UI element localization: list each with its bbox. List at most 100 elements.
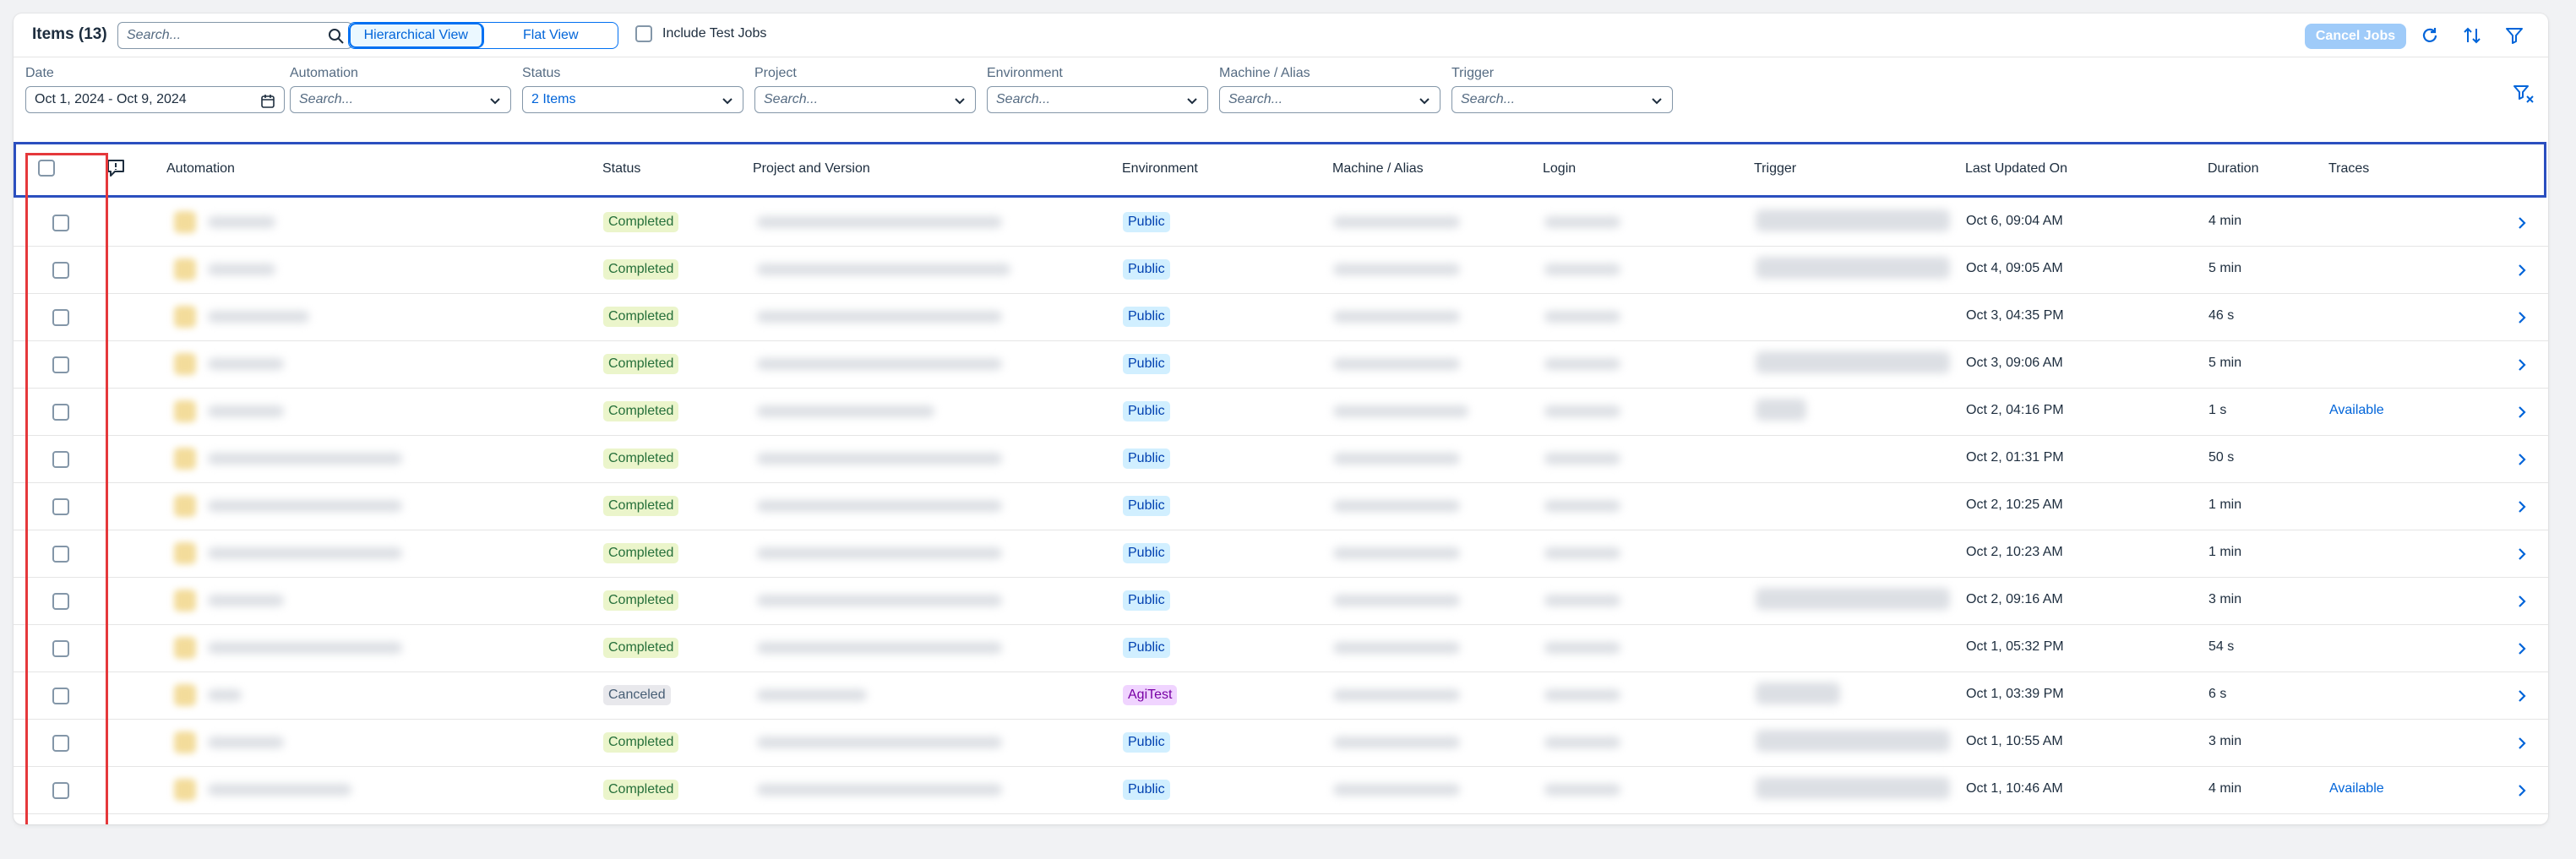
chevron-right-icon[interactable]	[2514, 783, 2530, 798]
refresh-icon[interactable]	[2418, 24, 2442, 47]
chevron-right-icon[interactable]	[2514, 499, 2530, 514]
environment-badge: Public	[1123, 259, 1170, 280]
chevron-right-icon[interactable]	[2514, 263, 2530, 278]
sort-icon[interactable]	[2460, 24, 2484, 47]
filter-icon[interactable]	[2502, 24, 2526, 47]
table-row[interactable]: Completed Public Oct 6, 09:04 AM 4 min	[14, 199, 2548, 247]
column-header-automation[interactable]: Automation	[166, 161, 235, 177]
clear-filters-icon[interactable]	[2511, 81, 2536, 106]
duration-cell: 1 s	[2208, 403, 2227, 417]
table-row[interactable]: Completed Public Oct 1, 10:55 AM 3 min	[14, 720, 2548, 767]
traces-link[interactable]: Available	[2329, 403, 2384, 418]
column-header-login[interactable]: Login	[1543, 161, 1576, 177]
table-row[interactable]: Completed Public Oct 2, 01:31 PM 50 s	[14, 436, 2548, 483]
table-row[interactable]: Completed Public Oct 3, 04:35 PM 46 s	[14, 294, 2548, 341]
status-filter-value: 2 Items	[531, 92, 576, 106]
chevron-down-icon[interactable]	[488, 94, 502, 107]
column-header-environment[interactable]: Environment	[1122, 161, 1198, 177]
column-header-machine[interactable]: Machine / Alias	[1332, 161, 1424, 177]
row-checkbox[interactable]	[52, 498, 69, 515]
chevron-right-icon[interactable]	[2514, 310, 2530, 325]
trigger-redacted	[1756, 730, 1950, 752]
chevron-right-icon[interactable]	[2514, 688, 2530, 704]
chevron-right-icon[interactable]	[2514, 641, 2530, 656]
row-checkbox[interactable]	[52, 356, 69, 373]
table-row[interactable]: Completed Public Oct 3, 09:06 AM 5 min	[14, 341, 2548, 389]
search-input[interactable]	[118, 23, 321, 48]
status-badge: Completed	[603, 449, 679, 469]
chevron-right-icon[interactable]	[2514, 357, 2530, 372]
environment-filter[interactable]: Search...	[987, 86, 1208, 113]
column-header-traces[interactable]: Traces	[2328, 161, 2369, 177]
include-test-jobs-checkbox[interactable]	[635, 25, 652, 42]
include-test-jobs[interactable]: Include Test Jobs	[635, 25, 766, 42]
chevron-down-icon[interactable]	[721, 94, 734, 107]
search-icon[interactable]	[328, 28, 345, 45]
automation-type-icon	[174, 779, 196, 801]
traces-link[interactable]: Available	[2329, 781, 2384, 796]
project-version-redacted	[757, 405, 934, 417]
table-row[interactable]: Completed Public Oct 2, 10:25 AM 1 min	[14, 483, 2548, 530]
automation-type-icon	[174, 353, 196, 375]
status-filter[interactable]: 2 Items	[522, 86, 743, 113]
table-row[interactable]: Canceled AgiTest Oct 1, 03:39 PM 6 s	[14, 672, 2548, 720]
chevron-right-icon[interactable]	[2514, 594, 2530, 609]
row-checkbox[interactable]	[52, 262, 69, 279]
status-badge: Completed	[603, 543, 679, 563]
flat-view-button[interactable]: Flat View	[484, 23, 618, 48]
select-all-checkbox[interactable]	[38, 160, 55, 177]
project-filter[interactable]: Search...	[754, 86, 976, 113]
login-redacted	[1544, 642, 1620, 654]
chevron-down-icon[interactable]	[1650, 94, 1664, 107]
table-row[interactable]: Completed Public Oct 2, 10:23 AM 1 min	[14, 530, 2548, 578]
date-range-field[interactable]: Oct 1, 2024 - Oct 9, 2024	[25, 86, 285, 113]
row-checkbox[interactable]	[52, 451, 69, 468]
chevron-right-icon[interactable]	[2514, 546, 2530, 562]
date-range-value: Oct 1, 2024 - Oct 9, 2024	[35, 92, 187, 106]
calendar-icon[interactable]	[260, 94, 275, 109]
column-header-project-version[interactable]: Project and Version	[753, 161, 870, 177]
environment-badge: Public	[1123, 401, 1170, 421]
column-header-duration[interactable]: Duration	[2208, 161, 2258, 177]
login-redacted	[1544, 358, 1620, 370]
hierarchical-view-button[interactable]: Hierarchical View	[349, 23, 484, 48]
filter-label-automation: Automation	[290, 66, 358, 80]
trigger-filter[interactable]: Search...	[1451, 86, 1673, 113]
automation-name-redacted	[208, 547, 402, 559]
column-header-trigger[interactable]: Trigger	[1754, 161, 1796, 177]
row-checkbox[interactable]	[52, 688, 69, 704]
row-checkbox[interactable]	[52, 782, 69, 799]
row-checkbox[interactable]	[52, 309, 69, 326]
table-row[interactable]: Completed Public Oct 1, 05:32 PM 54 s	[14, 625, 2548, 672]
table-row[interactable]: Completed Public Oct 4, 09:05 AM 5 min	[14, 247, 2548, 294]
machine-redacted	[1333, 784, 1460, 796]
chevron-right-icon[interactable]	[2514, 405, 2530, 420]
chevron-down-icon[interactable]	[953, 94, 967, 107]
chevron-down-icon[interactable]	[1185, 94, 1199, 107]
chevron-down-icon[interactable]	[1418, 94, 1431, 107]
machine-filter[interactable]: Search...	[1219, 86, 1440, 113]
machine-redacted	[1333, 311, 1460, 323]
chevron-right-icon[interactable]	[2514, 452, 2530, 467]
automation-filter[interactable]: Search...	[290, 86, 511, 113]
row-checkbox[interactable]	[52, 640, 69, 657]
column-header-status[interactable]: Status	[602, 161, 640, 177]
include-test-jobs-label: Include Test Jobs	[662, 26, 767, 41]
column-header-last-updated[interactable]: Last Updated On	[1965, 161, 2067, 177]
table-row[interactable]: Completed Public Oct 2, 09:16 AM 3 min	[14, 578, 2548, 625]
login-redacted	[1544, 595, 1620, 606]
comment-icon[interactable]	[106, 158, 126, 178]
chevron-right-icon[interactable]	[2514, 215, 2530, 231]
row-checkbox[interactable]	[52, 404, 69, 421]
automation-name-redacted	[208, 405, 284, 417]
table-row[interactable]: Completed Public Oct 2, 04:16 PM 1 s Ava…	[14, 389, 2548, 436]
last-updated-cell: Oct 3, 04:35 PM	[1966, 308, 2064, 323]
row-checkbox[interactable]	[52, 735, 69, 752]
cancel-jobs-button[interactable]: Cancel Jobs	[2305, 24, 2406, 49]
row-checkbox[interactable]	[52, 215, 69, 231]
row-checkbox[interactable]	[52, 546, 69, 563]
chevron-right-icon[interactable]	[2514, 736, 2530, 751]
table-row[interactable]: Completed Public Oct 1, 10:46 AM 4 min A…	[14, 767, 2548, 814]
search-box[interactable]	[117, 22, 352, 49]
row-checkbox[interactable]	[52, 593, 69, 610]
